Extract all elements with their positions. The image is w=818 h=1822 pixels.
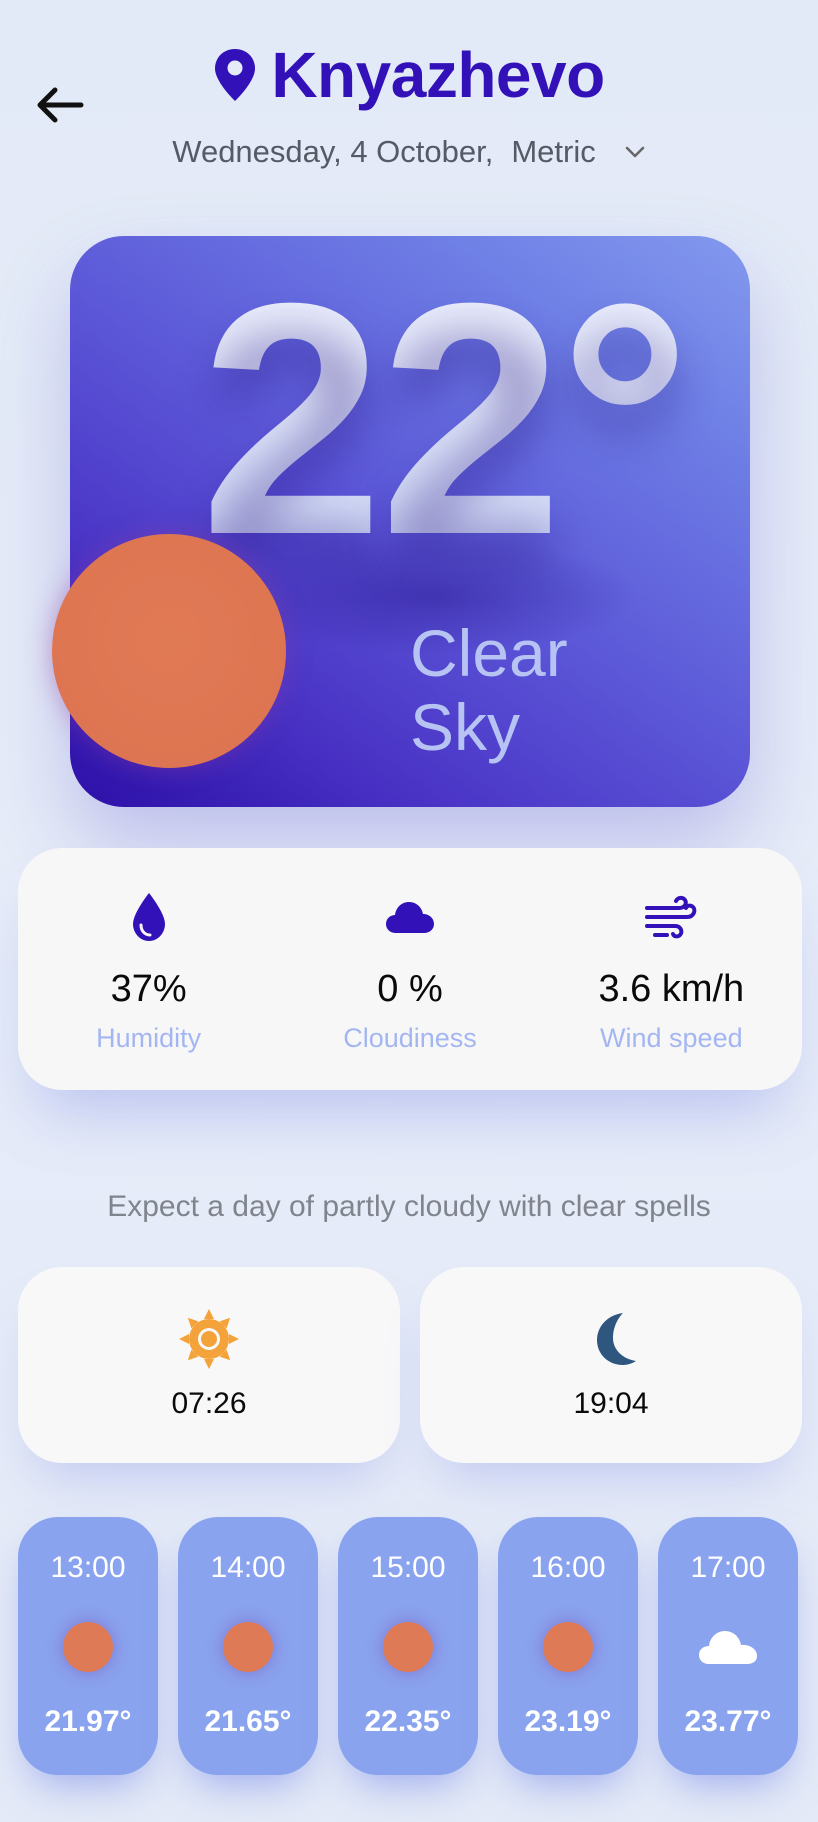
map-pin-icon: [215, 49, 256, 101]
current-date: Wednesday, 4 October,: [172, 134, 494, 169]
hourly-card[interactable]: 14:00 21.65°: [178, 1517, 318, 1775]
date-units-row: Wednesday, 4 October, Metric: [0, 134, 818, 170]
weather-stats-card: 37% Humidity 0 % Cloudiness 3.6 km/h Win…: [18, 848, 802, 1090]
cloud-icon: [699, 1631, 757, 1664]
humidity-value: 37%: [110, 968, 187, 1010]
sunrise-card: 07:26: [18, 1267, 400, 1463]
hour-time: 16:00: [530, 1551, 606, 1584]
hourly-card[interactable]: 15:00 22.35°: [338, 1517, 478, 1775]
hour-time: 17:00: [690, 1551, 766, 1584]
hourly-card[interactable]: 16:00 23.19°: [498, 1517, 638, 1775]
hour-temperature: 21.65°: [204, 1705, 292, 1738]
forecast-summary: Expect a day of partly cloudy with clear…: [107, 1190, 711, 1223]
cloud-icon: [385, 902, 434, 933]
city-name: Knyazhevo: [271, 39, 605, 111]
humidity-label: Humidity: [96, 1023, 202, 1053]
hour-time: 14:00: [210, 1551, 286, 1584]
wind-speed-label: Wind speed: [600, 1023, 743, 1053]
wind-icon: [645, 895, 697, 939]
location-header: Knyazhevo: [0, 38, 818, 112]
stat-humidity: 37% Humidity: [18, 848, 279, 1090]
sun-icon: [63, 1622, 113, 1672]
sun-icon: [383, 1622, 433, 1672]
cloudiness-label: Cloudiness: [343, 1023, 477, 1053]
current-temperature: 22°: [200, 254, 720, 584]
current-condition: Clear Sky: [410, 616, 710, 764]
chevron-down-icon: [625, 146, 644, 158]
sun-icon: [52, 534, 286, 768]
sunrise-time: 07:26: [171, 1387, 247, 1420]
cloudiness-value: 0 %: [377, 968, 443, 1010]
hourly-card[interactable]: 13:00 21.97°: [18, 1517, 158, 1775]
sunset-time: 19:04: [573, 1387, 649, 1420]
hour-temperature: 21.97°: [44, 1705, 132, 1738]
condition-line-2: Sky: [410, 690, 521, 764]
sun-icon: [223, 1622, 273, 1672]
hour-temperature: 23.77°: [684, 1705, 772, 1738]
moon-icon: [597, 1313, 636, 1365]
stat-wind-speed: 3.6 km/h Wind speed: [541, 848, 802, 1090]
hour-time: 13:00: [50, 1551, 126, 1584]
condition-line-1: Clear: [410, 616, 568, 690]
hour-temperature: 23.19°: [524, 1705, 612, 1738]
hour-temperature: 22.35°: [364, 1705, 452, 1738]
hour-time: 15:00: [370, 1551, 446, 1584]
sunset-card: 19:04: [420, 1267, 802, 1463]
sun-icon: [543, 1622, 593, 1672]
stat-cloudiness: 0 % Cloudiness: [279, 848, 540, 1090]
droplet-icon: [132, 893, 165, 941]
hourly-card[interactable]: 17:00 23.77°: [658, 1517, 798, 1775]
units-value: Metric: [511, 134, 596, 169]
wind-speed-value: 3.6 km/h: [598, 968, 745, 1010]
sun-icon: [179, 1309, 239, 1369]
units-dropdown[interactable]: Metric: [511, 134, 645, 170]
